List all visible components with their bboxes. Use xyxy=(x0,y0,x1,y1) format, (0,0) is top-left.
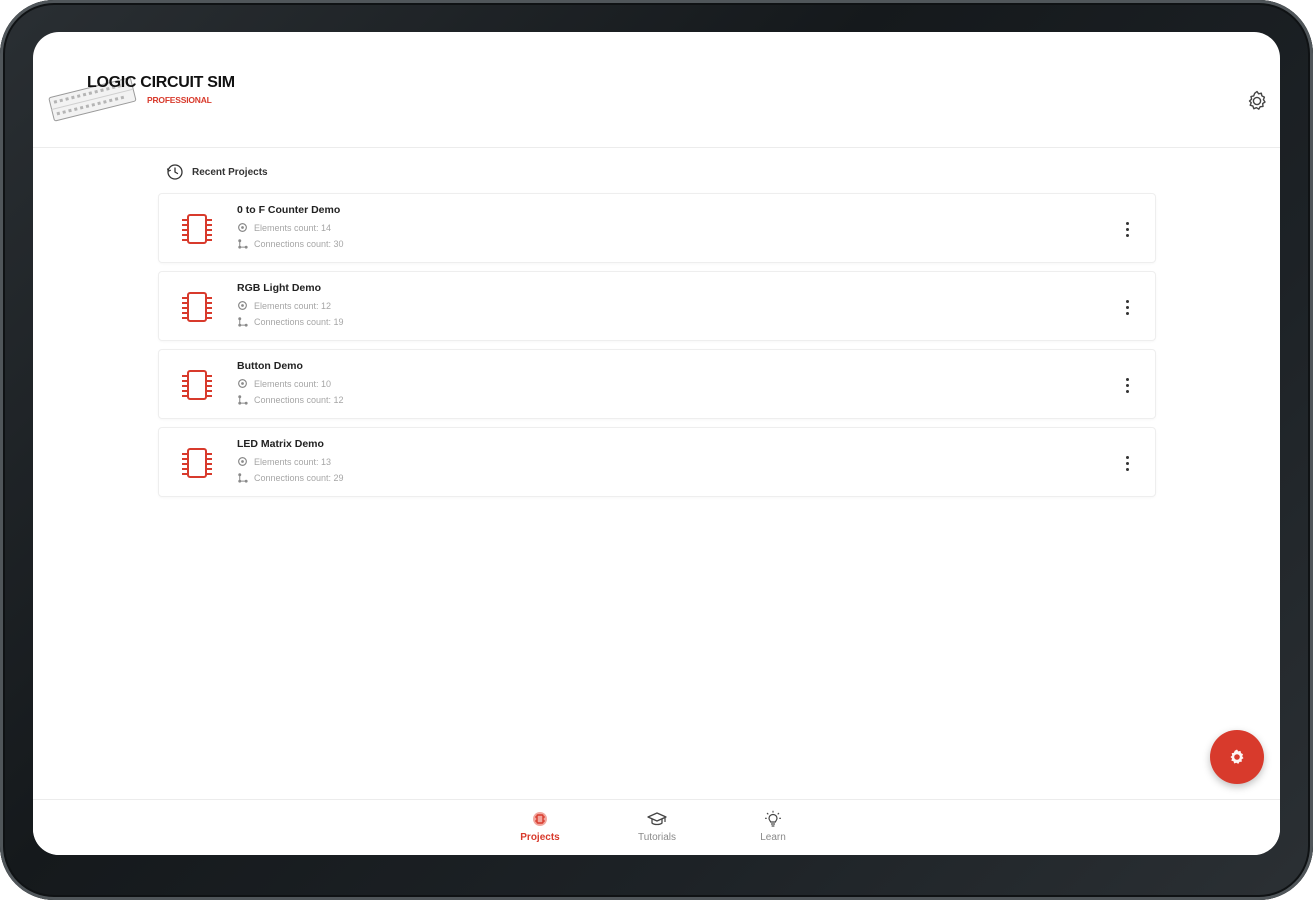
nav-projects[interactable]: Projects xyxy=(500,810,580,843)
elements-count-row: Elements count: 12 xyxy=(237,300,331,311)
project-card[interactable]: LED Matrix Demo Elements count: 13 Conne… xyxy=(158,427,1156,497)
more-options-button[interactable] xyxy=(1121,294,1133,320)
element-icon xyxy=(238,379,247,388)
element-icon xyxy=(238,223,247,232)
project-card[interactable]: RGB Light Demo Elements count: 12 Connec… xyxy=(158,271,1156,341)
more-options-button[interactable] xyxy=(1121,450,1133,476)
nav-learn-label: Learn xyxy=(760,832,786,843)
connection-icon xyxy=(238,317,248,327)
bottom-navigation: Projects Tutorials Learn xyxy=(33,799,1280,855)
project-card[interactable]: 0 to F Counter Demo Elements count: 14 C… xyxy=(158,193,1156,263)
chip-icon xyxy=(182,292,212,322)
chip-icon xyxy=(182,448,212,478)
connection-icon xyxy=(238,473,248,483)
connections-count-row: Connections count: 12 xyxy=(237,394,344,405)
element-icon xyxy=(238,457,247,466)
connections-count: Connections count: 29 xyxy=(254,472,344,483)
chip-icon xyxy=(533,812,547,826)
connections-count: Connections count: 19 xyxy=(254,316,344,327)
project-name: LED Matrix Demo xyxy=(237,438,324,450)
recent-projects-title: Recent Projects xyxy=(192,166,268,178)
app-header: LOGIC CIRCUIT SIM PROFESSIONAL xyxy=(33,32,1280,148)
connections-count: Connections count: 12 xyxy=(254,394,344,405)
nav-projects-label: Projects xyxy=(520,832,560,843)
lightbulb-icon xyxy=(765,810,781,827)
elements-count: Elements count: 13 xyxy=(254,456,332,467)
project-card[interactable]: Button Demo Elements count: 10 Connectio… xyxy=(158,349,1156,419)
logo-title: LOGIC CIRCUIT SIM xyxy=(87,74,235,91)
elements-count: Elements count: 14 xyxy=(254,222,332,233)
more-vertical-icon xyxy=(1125,221,1129,225)
more-options-button[interactable] xyxy=(1121,372,1133,398)
project-list: 0 to F Counter Demo Elements count: 14 C… xyxy=(158,193,1156,505)
project-name: 0 to F Counter Demo xyxy=(237,204,341,216)
new-project-fab[interactable] xyxy=(1210,730,1264,784)
nav-tutorials-label: Tutorials xyxy=(638,832,676,843)
elements-count-row: Elements count: 14 xyxy=(237,222,331,233)
app-logo: LOGIC CIRCUIT SIM PROFESSIONAL xyxy=(45,70,245,130)
nav-tutorials[interactable]: Tutorials xyxy=(617,810,697,843)
connection-icon xyxy=(238,395,248,405)
connections-count-row: Connections count: 29 xyxy=(237,472,344,483)
more-vertical-icon xyxy=(1125,455,1129,459)
settings-button[interactable] xyxy=(1244,88,1270,114)
nav-learn[interactable]: Learn xyxy=(733,810,813,843)
connections-count-row: Connections count: 19 xyxy=(237,316,344,327)
more-options-button[interactable] xyxy=(1121,216,1133,242)
gear-icon xyxy=(1248,90,1266,110)
logo-subtitle: PROFESSIONAL xyxy=(147,95,212,105)
elements-count: Elements count: 12 xyxy=(254,300,332,311)
recent-projects-header: Recent Projects xyxy=(166,163,268,181)
elements-count-row: Elements count: 13 xyxy=(237,456,331,467)
connection-icon xyxy=(238,239,248,249)
more-vertical-icon xyxy=(1125,377,1129,381)
connections-count-row: Connections count: 30 xyxy=(237,238,344,249)
chip-icon xyxy=(182,370,212,400)
chip-icon xyxy=(182,214,212,244)
app-screen: LOGIC CIRCUIT SIM PROFESSIONAL Recent Pr… xyxy=(33,32,1280,855)
elements-count: Elements count: 10 xyxy=(254,378,332,389)
graduation-cap-icon xyxy=(647,812,667,826)
elements-count-row: Elements count: 10 xyxy=(237,378,331,389)
gear-chip-icon xyxy=(1230,749,1244,764)
project-name: RGB Light Demo xyxy=(237,282,321,294)
connections-count: Connections count: 30 xyxy=(254,238,344,249)
tablet-frame: LOGIC CIRCUIT SIM PROFESSIONAL Recent Pr… xyxy=(0,0,1313,900)
project-name: Button Demo xyxy=(237,360,303,372)
more-vertical-icon xyxy=(1125,299,1129,303)
history-icon xyxy=(166,164,183,180)
element-icon xyxy=(238,301,247,310)
